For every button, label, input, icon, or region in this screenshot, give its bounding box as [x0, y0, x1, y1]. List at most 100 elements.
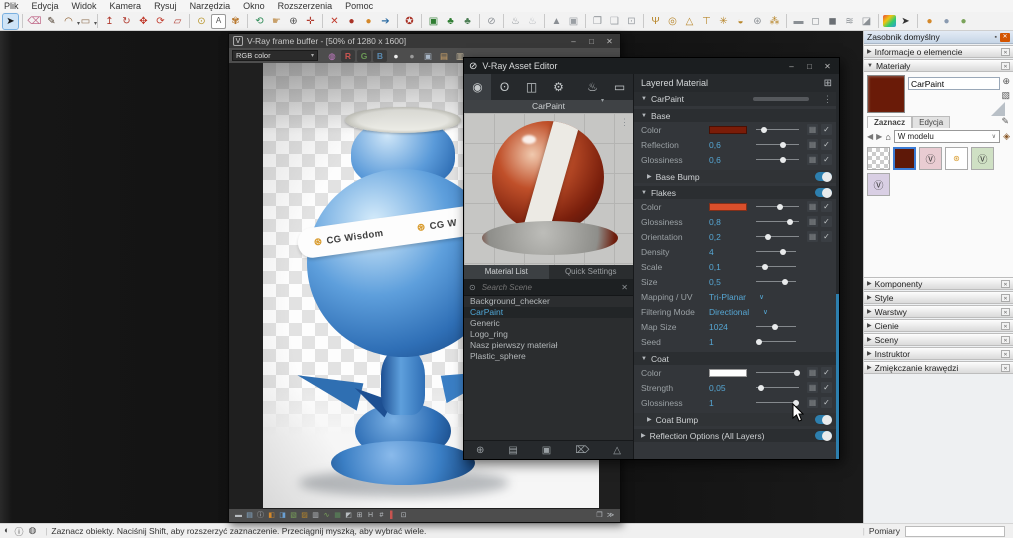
section-flakes[interactable]: ▼ Flakes: [634, 186, 839, 199]
value-flakes-orientation[interactable]: 0,2: [709, 232, 751, 242]
slider-flakes-glossiness[interactable]: [756, 217, 799, 227]
enable-checkbox-base-glossiness[interactable]: ✓: [821, 154, 832, 165]
ae-scrollbar[interactable]: [836, 92, 839, 459]
paint-bucket-tool[interactable]: ✾: [228, 14, 243, 29]
zoom-extents-tool[interactable]: ✛: [303, 14, 318, 29]
vfb-levels-icon[interactable]: ▥: [310, 509, 321, 522]
proxy-mesh-icon[interactable]: ◻: [808, 14, 823, 29]
cosmos-assets-icon[interactable]: ♣: [460, 14, 475, 29]
value-base-reflection[interactable]: 0,6: [709, 140, 751, 150]
enable-checkbox-flakes-orientation[interactable]: ✓: [821, 231, 832, 242]
collection-dropdown[interactable]: W modelu ∨: [893, 130, 1001, 143]
menu-plik[interactable]: Plik: [4, 1, 19, 11]
value-flakes-mapping-uv[interactable]: Tri-Planar: [709, 292, 751, 302]
color-swatch-base-color[interactable]: [709, 125, 747, 134]
material-name-input[interactable]: [908, 77, 1000, 90]
batch-render-all-icon[interactable]: ❑: [607, 14, 622, 29]
menu-edycja[interactable]: Edycja: [32, 1, 59, 11]
vfb-ocio-icon[interactable]: ⊞: [354, 509, 365, 522]
zoom-window-icon[interactable]: ✕: [327, 14, 342, 29]
menu-rysuj[interactable]: Rysuj: [154, 1, 177, 11]
paint-sample-icon[interactable]: ◈: [1003, 131, 1010, 142]
cosmos-footer-icon[interactable]: ⊕: [476, 445, 484, 456]
fur-icon[interactable]: ≋: [842, 14, 857, 29]
color-swatch-flakes-color[interactable]: [709, 202, 747, 211]
tray-section-style[interactable]: ▶ Style ✕: [864, 291, 1013, 304]
value-flakes-map-size[interactable]: 1024: [709, 322, 751, 332]
lights-tab[interactable]: ʘ: [491, 74, 518, 100]
vfb-history-icon[interactable]: ▤: [244, 509, 255, 522]
slider-knob[interactable]: [760, 126, 767, 133]
rectangle-tool-caret[interactable]: ▾: [94, 17, 97, 31]
tab-material-list[interactable]: Material List: [464, 265, 549, 279]
add-layer-icon[interactable]: ⊞: [824, 78, 832, 89]
cosmos-model-ball-icon[interactable]: ●: [939, 14, 954, 29]
viewport-render-icon[interactable]: ▲: [549, 14, 564, 29]
section-close-icon[interactable]: ✕: [1001, 279, 1010, 288]
vfb-close-button[interactable]: ✕: [603, 37, 616, 46]
slider-knob[interactable]: [779, 141, 786, 148]
value-flakes-seed[interactable]: 1: [709, 337, 751, 347]
vray-render-icon[interactable]: ●: [344, 14, 359, 29]
blue-channel-button[interactable]: B: [373, 49, 387, 62]
push-pull-tool[interactable]: ↥: [102, 14, 117, 29]
geolocation-icon[interactable]: ⓘ: [14, 525, 23, 538]
vfb-exposure-icon[interactable]: ◧: [266, 509, 277, 522]
slider-knob[interactable]: [779, 156, 786, 163]
section-base[interactable]: ▼ Base: [634, 109, 839, 122]
slider-knob[interactable]: [772, 323, 779, 330]
picker-cursor-icon[interactable]: ➤: [898, 14, 913, 29]
tray-section-materials[interactable]: ▼ Materiały ✕: [864, 59, 1013, 72]
preview-menu-icon[interactable]: ⋮: [620, 117, 629, 128]
zoom-tool[interactable]: ⊕: [286, 14, 301, 29]
vfb-info-icon[interactable]: ⓘ: [255, 509, 266, 522]
vfb-region-render-icon[interactable]: ⊡: [398, 509, 409, 522]
material-default-swatch[interactable]: [867, 147, 890, 170]
slider-knob[interactable]: [758, 384, 765, 391]
section-reflection-options-all-layers[interactable]: ▶ Reflection Options (All Layers): [634, 429, 839, 442]
texture-slot-coat-glossiness[interactable]: ▦: [807, 397, 818, 408]
ae-minimize-button[interactable]: –: [785, 62, 798, 71]
texture-slot-base-reflection[interactable]: ▦: [807, 139, 818, 150]
cosmos-vegetation-ball-icon[interactable]: ●: [956, 14, 971, 29]
tab-select[interactable]: Zaznacz: [867, 116, 913, 128]
active-material-preview[interactable]: [867, 75, 905, 113]
tab-edit[interactable]: Edycja: [912, 116, 951, 128]
vfb-dock-icon[interactable]: ❐: [594, 509, 605, 522]
slider-knob[interactable]: [781, 278, 788, 285]
geometries-tab[interactable]: ◫: [518, 74, 545, 100]
material-item-background-checker[interactable]: Background_checker: [464, 296, 633, 307]
slider-knob[interactable]: [780, 248, 787, 255]
menu-rozszerzenia[interactable]: Rozszerzenia: [278, 1, 333, 11]
measurements-input[interactable]: [905, 525, 1005, 537]
texture-slot-flakes-glossiness[interactable]: ▦: [807, 216, 818, 227]
rotate-tool[interactable]: ⟳: [153, 14, 168, 29]
light-gen-icon[interactable]: ⁂: [767, 14, 782, 29]
value-base-glossiness[interactable]: 0,6: [709, 155, 751, 165]
tape-measure-tool[interactable]: ⊙: [194, 14, 209, 29]
material-item-carpaint[interactable]: CarPaint: [464, 307, 633, 318]
display-correction-icon[interactable]: ◍: [325, 50, 339, 62]
value-flakes-size[interactable]: 0,5: [709, 277, 751, 287]
vfb-white-balance-icon[interactable]: ◨: [277, 509, 288, 522]
texture-slot-flakes-color[interactable]: ▦: [807, 201, 818, 212]
texture-slot-base-glossiness[interactable]: ▦: [807, 154, 818, 165]
slider-flakes-map-size[interactable]: [756, 322, 796, 332]
tray-section-entity-info[interactable]: ▶ Informacje o elemencie ✕: [864, 45, 1013, 58]
orbit-tool[interactable]: ⟲: [252, 14, 267, 29]
slider-flakes-scale[interactable]: [756, 262, 796, 272]
vfb-hue-icon[interactable]: ▧: [288, 509, 299, 522]
material-item-plastic-sphere[interactable]: Plastic_sphere: [464, 351, 633, 362]
slider-knob[interactable]: [765, 233, 772, 240]
vfb-stamp-icon[interactable]: #: [376, 509, 387, 522]
section-close-icon[interactable]: ✕: [1001, 61, 1010, 70]
chevron-down-icon[interactable]: ∨: [759, 293, 764, 301]
layer-opacity-slider[interactable]: [753, 97, 809, 101]
in-model-home-icon[interactable]: ⌂: [885, 132, 890, 142]
slider-knob[interactable]: [756, 338, 763, 345]
vray-asset-editor-toolbar-icon[interactable]: ⊘: [484, 14, 499, 29]
vfb-icc-icon[interactable]: H: [365, 509, 376, 522]
rectangle-tool[interactable]: ▭ ▾: [78, 14, 97, 29]
chevron-down-icon[interactable]: ∨: [763, 308, 768, 316]
slider-knob[interactable]: [786, 218, 793, 225]
